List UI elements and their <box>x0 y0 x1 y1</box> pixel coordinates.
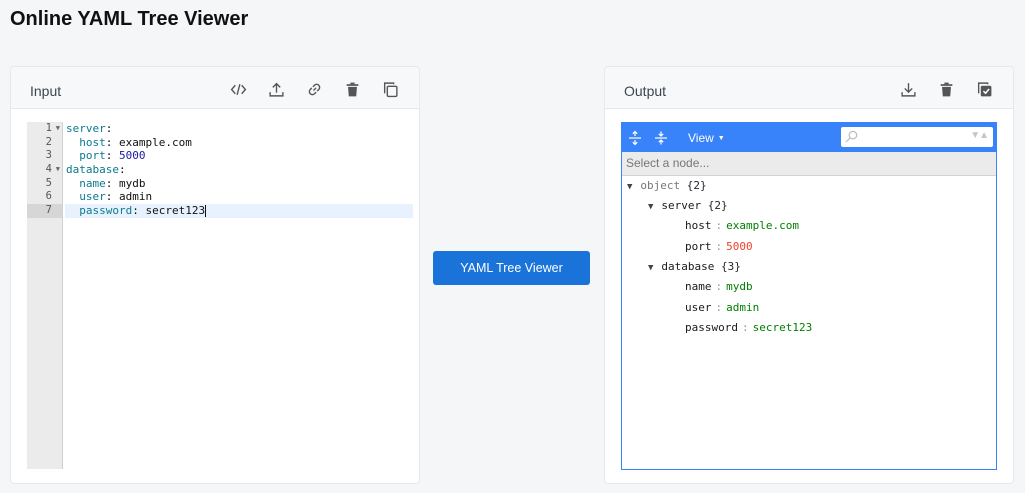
line-number: 2 <box>45 135 52 148</box>
code-line: host: example.com <box>79 135 192 149</box>
fold-arrow-icon[interactable]: ▼ <box>56 163 60 177</box>
tree-node-server[interactable]: ▼ server {2} <box>648 198 728 214</box>
link-icon[interactable] <box>295 77 333 101</box>
code-line: database: <box>66 163 126 177</box>
tree-node-port[interactable]: port:5000 <box>685 239 753 255</box>
caret-down-icon: ▼ <box>717 135 725 143</box>
output-panel-header: Output <box>605 67 1013 109</box>
text-cursor <box>205 205 207 218</box>
upload-icon[interactable] <box>257 77 295 101</box>
code-line: name: mydb <box>79 176 146 190</box>
line-gutter: 1 ▼ 2 3 4 ▼ 5 6 7 <box>27 122 63 469</box>
input-panel-header: Input <box>11 67 419 109</box>
view-dropdown[interactable]: View ▼ <box>688 131 725 145</box>
search-nav-arrows-icon[interactable]: ▼▲ <box>970 130 989 141</box>
yaml-tree-viewer-button[interactable]: YAML Tree Viewer <box>433 251 590 285</box>
tree-node-database[interactable]: ▼ database {3} <box>648 259 741 275</box>
tree-node-root[interactable]: ▼ object {2} <box>627 178 707 194</box>
code-line: port: 5000 <box>79 149 146 163</box>
line-number: 1 ▼ <box>45 122 60 136</box>
output-title: Output <box>624 83 667 99</box>
copy-check-icon[interactable] <box>965 77 1003 101</box>
input-title: Input <box>30 83 62 99</box>
input-toolbar <box>219 77 409 101</box>
line-number: 6 <box>45 190 52 203</box>
input-panel: Input 1 ▼ 2 3 4 ▼ 5 6 7 server: host: ex… <box>10 66 420 484</box>
page-title: Online YAML Tree Viewer <box>10 8 249 30</box>
tree-node-name[interactable]: name: mydb <box>685 279 753 295</box>
code-line: server: <box>66 122 113 135</box>
expand-toggle-icon[interactable]: ▼ <box>648 202 653 212</box>
code-line-active: password: secret123 <box>65 204 413 218</box>
code-area[interactable]: server: host: example.com port: 5000 dat… <box>65 122 413 218</box>
code-line: user: admin <box>79 190 153 204</box>
node-navbar[interactable]: Select a node... <box>622 152 996 176</box>
download-icon[interactable] <box>889 77 927 101</box>
line-number-active: 7 <box>27 204 62 218</box>
expand-toggle-icon[interactable]: ▼ <box>648 263 653 273</box>
fold-arrow-icon[interactable]: ▼ <box>56 122 60 136</box>
code-icon[interactable] <box>219 77 257 101</box>
collapse-all-icon[interactable] <box>653 130 669 146</box>
expand-toggle-icon[interactable]: ▼ <box>627 182 632 192</box>
output-panel: Output View ▼ ▼▲ Select a node... ▼ obje… <box>604 66 1014 484</box>
expand-all-icon[interactable] <box>627 130 643 146</box>
tree-menu-bar: View ▼ ▼▲ <box>622 123 996 152</box>
tree-search: ▼▲ <box>841 127 993 147</box>
tree-node-user[interactable]: user: admin <box>685 300 759 316</box>
line-number: 3 <box>45 149 52 162</box>
trash-icon[interactable] <box>333 77 371 101</box>
copy-icon[interactable] <box>371 77 409 101</box>
tree-node-password[interactable]: password: secret123 <box>685 320 812 336</box>
output-toolbar <box>889 77 1003 101</box>
search-icon <box>845 130 858 143</box>
line-number: 5 <box>45 176 52 189</box>
line-number: 4 ▼ <box>45 163 60 177</box>
yaml-editor[interactable]: 1 ▼ 2 3 4 ▼ 5 6 7 server: host: example.co… <box>27 122 413 469</box>
tree-node-host[interactable]: host: example.com <box>685 218 799 234</box>
json-tree-editor: View ▼ ▼▲ Select a node... ▼ object {2} ▼ s… <box>621 122 997 470</box>
trash-icon[interactable] <box>927 77 965 101</box>
search-input[interactable] <box>863 129 958 145</box>
